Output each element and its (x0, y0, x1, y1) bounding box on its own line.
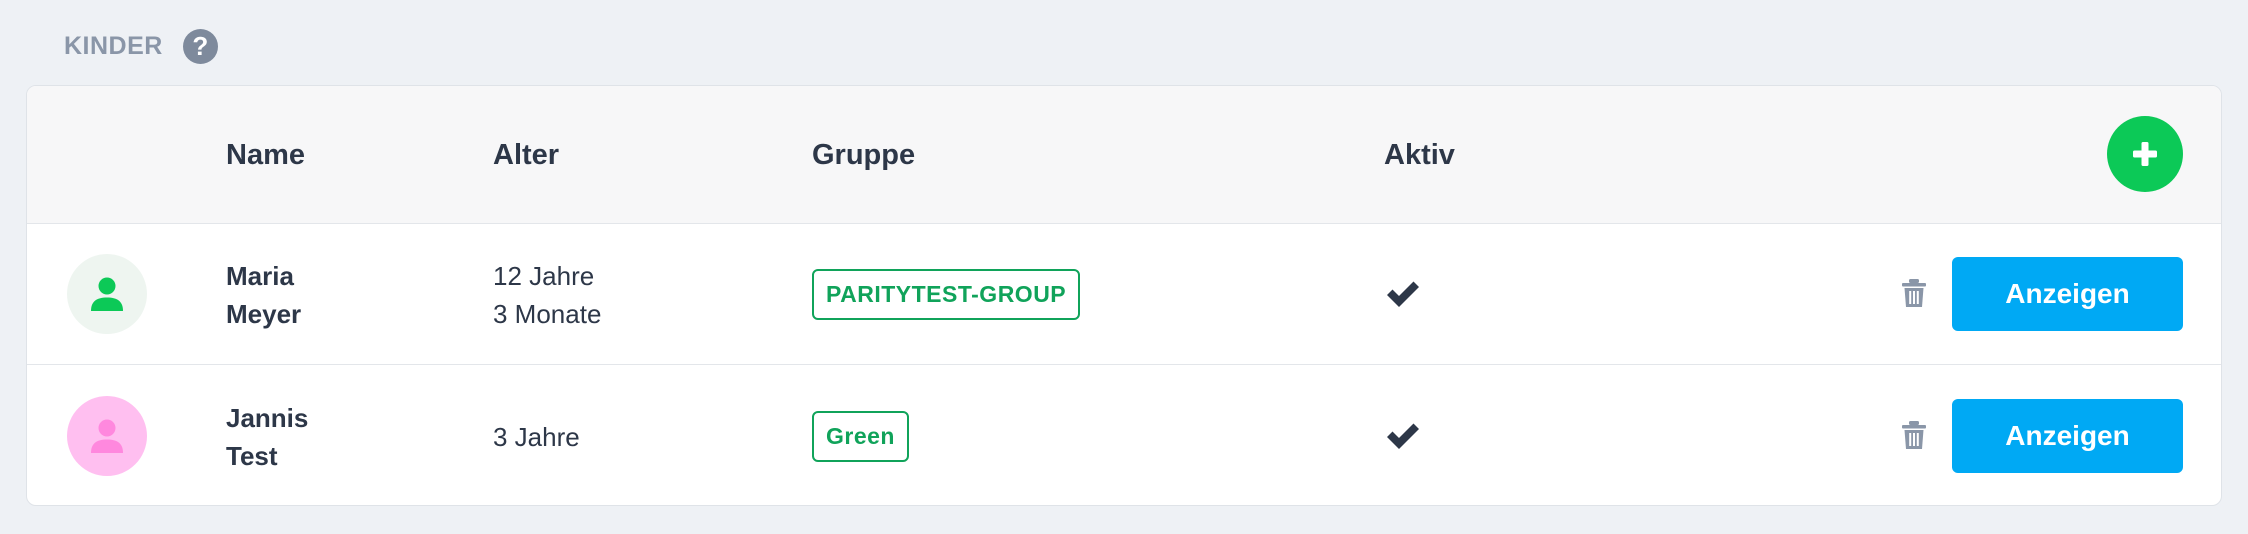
child-age: 3 Jahre (493, 366, 580, 505)
trash-icon[interactable] (1897, 418, 1931, 452)
column-header-gruppe[interactable]: Gruppe (812, 86, 915, 224)
child-age: 12 Jahre 3 Monate (493, 224, 601, 365)
child-last-name: Test (226, 440, 278, 471)
section-header: KINDER ? (64, 28, 218, 64)
table-header: Name Alter Gruppe Aktiv (27, 86, 2221, 224)
show-button[interactable]: Anzeigen (1952, 399, 2183, 473)
age-years: 12 Jahre (493, 260, 595, 291)
age-months: 3 Monate (493, 298, 602, 329)
check-icon (1387, 423, 1419, 449)
plus-icon (2133, 142, 2157, 166)
child-first-name: Jannis (226, 402, 309, 433)
user-icon (91, 277, 123, 311)
table-row: Maria Meyer 12 Jahre 3 Monate PARITYTEST… (27, 224, 2221, 365)
child-name: Jannis Test (226, 366, 309, 505)
column-header-name[interactable]: Name (226, 86, 305, 224)
children-table-card: Name Alter Gruppe Aktiv Maria Meyer 12 J… (26, 85, 2222, 506)
question-circle-icon[interactable]: ? (182, 28, 218, 64)
group-badge: Green (812, 411, 909, 462)
user-icon (91, 419, 123, 453)
avatar (67, 254, 147, 334)
group-badge: PARITYTEST-GROUP (812, 269, 1081, 320)
avatar (67, 396, 147, 476)
check-icon (1387, 281, 1419, 307)
column-header-alter[interactable]: Alter (493, 86, 559, 224)
trash-icon[interactable] (1897, 276, 1931, 310)
add-child-button[interactable] (2107, 116, 2183, 192)
child-last-name: Meyer (226, 298, 302, 329)
child-name: Maria Meyer (226, 224, 301, 365)
child-first-name: Maria (226, 260, 294, 291)
show-button[interactable]: Anzeigen (1952, 257, 2183, 331)
section-title: KINDER (64, 31, 163, 60)
table-row: Jannis Test 3 Jahre Green Anzeigen (27, 366, 2221, 505)
column-header-aktiv[interactable]: Aktiv (1384, 86, 1455, 224)
age-years: 3 Jahre (493, 421, 580, 452)
